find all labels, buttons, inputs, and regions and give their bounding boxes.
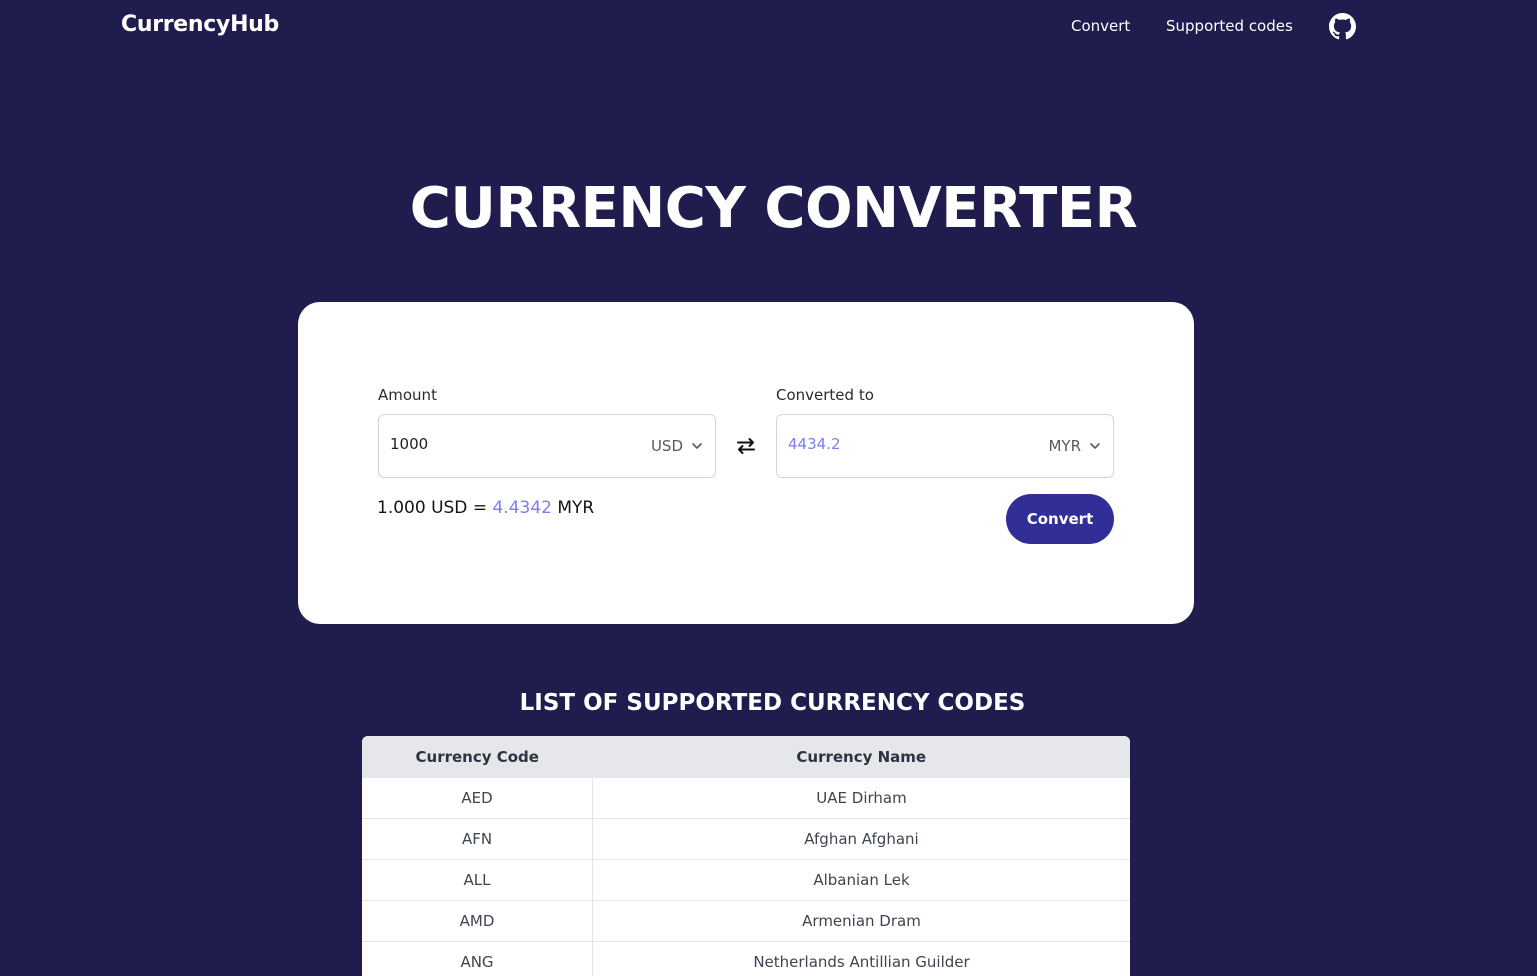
swap-arrows-icon[interactable] — [735, 435, 757, 457]
currency-name-cell: UAE Dirham — [593, 778, 1131, 819]
to-currency-select[interactable]: MYR — [1048, 436, 1101, 456]
converted-to-label: Converted to — [776, 386, 874, 404]
currency-code-cell: ANG — [362, 942, 593, 976]
nav-link-convert[interactable]: Convert — [1071, 17, 1130, 35]
nav-link-supported-codes[interactable]: Supported codes — [1166, 17, 1293, 35]
rate-value: 4.4342 — [492, 498, 551, 518]
currency-code-cell: AFN — [362, 819, 593, 860]
table-row: AED UAE Dirham — [362, 778, 1130, 819]
amount-label: Amount — [378, 386, 437, 404]
table-row: AMD Armenian Dram — [362, 901, 1130, 942]
from-currency-code: USD — [651, 437, 683, 455]
currency-code-cell: ALL — [362, 860, 593, 901]
to-currency-code: MYR — [1048, 437, 1081, 455]
navbar: CurrencyHub Convert Supported codes — [0, 0, 1537, 56]
convert-button[interactable]: Convert — [1006, 494, 1114, 544]
currency-code-cell: AMD — [362, 901, 593, 942]
currency-code-cell: AED — [362, 778, 593, 819]
brand-logo-link[interactable]: CurrencyHub — [121, 12, 279, 37]
chevron-down-icon — [691, 440, 703, 452]
page-title: CURRENCY CONVERTER — [0, 176, 1537, 241]
chevron-down-icon — [1089, 440, 1101, 452]
amount-input[interactable] — [390, 435, 590, 453]
converted-field: MYR — [776, 414, 1114, 478]
converter-card: Amount USD Converted to MYR 1.000 USD = … — [298, 302, 1194, 624]
rate-base: 1.000 USD — [377, 498, 467, 518]
table-row: AFN Afghan Afghani — [362, 819, 1130, 860]
currency-codes-table: Currency Code Currency Name AED UAE Dirh… — [362, 736, 1130, 976]
github-icon[interactable] — [1329, 13, 1356, 40]
table-row: ALL Albanian Lek — [362, 860, 1130, 901]
supported-codes-title: LIST OF SUPPORTED CURRENCY CODES — [0, 690, 1537, 716]
currency-name-cell: Albanian Lek — [593, 860, 1131, 901]
rate-equals: = — [473, 498, 487, 518]
from-currency-select[interactable]: USD — [651, 436, 703, 456]
table-header-row: Currency Code Currency Name — [362, 736, 1130, 778]
header-currency-name: Currency Name — [593, 736, 1131, 778]
exchange-rate-text: 1.000 USD = 4.4342 MYR — [377, 498, 594, 518]
rate-target: MYR — [557, 498, 594, 518]
currency-name-cell: Afghan Afghani — [593, 819, 1131, 860]
converted-value-input[interactable] — [788, 435, 988, 453]
currency-name-cell: Netherlands Antillian Guilder — [593, 942, 1131, 976]
table-row: ANG Netherlands Antillian Guilder — [362, 942, 1130, 976]
currency-name-cell: Armenian Dram — [593, 901, 1131, 942]
amount-field: USD — [378, 414, 716, 478]
header-currency-code: Currency Code — [362, 736, 593, 778]
